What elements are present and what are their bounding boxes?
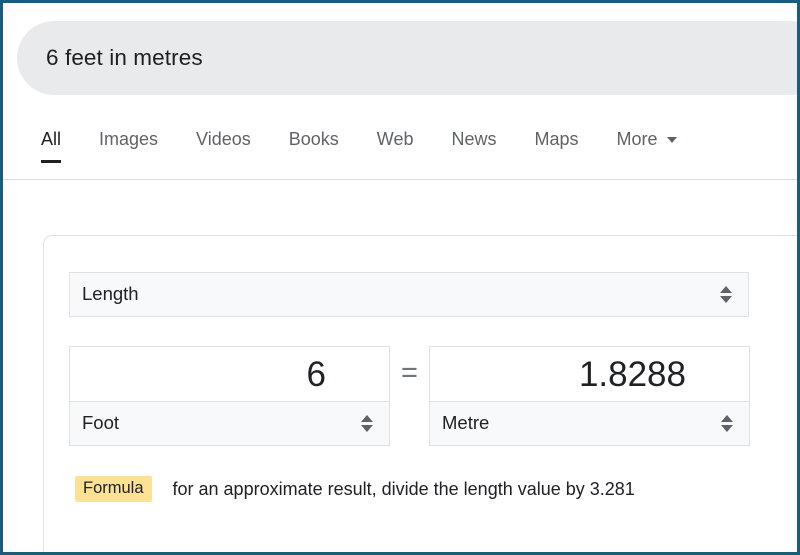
category-select-spinner-icon[interactable]	[720, 286, 748, 303]
target-unit-block: 1.8288 Metre	[429, 346, 750, 446]
target-value: 1.8288	[578, 354, 686, 394]
target-value-field[interactable]: 1.8288	[429, 346, 750, 401]
caret-down-icon	[361, 425, 373, 432]
caret-down-icon	[720, 296, 732, 303]
formula-row: Formula for an approximate result, divid…	[69, 476, 797, 502]
source-unit-value: Foot	[82, 412, 120, 434]
tab-images-label: Images	[99, 129, 159, 149]
equals-sign: =	[390, 346, 429, 401]
tab-videos-label: Videos	[196, 129, 251, 149]
tab-all[interactable]: All	[41, 109, 62, 163]
search-box[interactable]: 6 feet in metres	[17, 21, 797, 95]
target-unit-value: Metre	[442, 412, 490, 434]
tab-web[interactable]: Web	[377, 109, 414, 148]
search-pill[interactable]: 6 feet in metres	[17, 21, 797, 95]
unit-converter-body: Length 6 Foot = 1.8288 Metre Formula for…	[44, 236, 797, 502]
formula-badge: Formula	[75, 476, 152, 502]
tab-news-label: News	[451, 129, 497, 149]
target-unit-spinner-icon[interactable]	[721, 415, 749, 432]
caret-up-icon	[721, 415, 733, 422]
chevron-down-icon	[666, 137, 677, 143]
category-select[interactable]: Length	[69, 272, 749, 317]
target-unit-select[interactable]: Metre	[429, 401, 750, 446]
caret-up-icon	[361, 415, 373, 422]
search-input[interactable]: 6 feet in metres	[46, 46, 203, 70]
source-unit-spinner-icon[interactable]	[361, 415, 389, 432]
tab-maps[interactable]: Maps	[535, 109, 579, 148]
tab-books[interactable]: Books	[289, 109, 339, 148]
tab-videos[interactable]: Videos	[196, 109, 251, 148]
tab-more-label: More	[616, 129, 658, 149]
source-unit-block: 6 Foot	[69, 346, 390, 446]
tab-news[interactable]: News	[451, 109, 496, 148]
tab-web-label: Web	[376, 129, 414, 149]
conversion-row: 6 Foot = 1.8288 Metre	[69, 346, 797, 446]
source-value: 6	[306, 354, 326, 394]
category-select-value: Length	[82, 283, 139, 305]
tab-maps-label: Maps	[534, 129, 579, 149]
tab-books-label: Books	[288, 129, 339, 149]
caret-up-icon	[720, 286, 732, 293]
source-unit-select[interactable]: Foot	[69, 401, 390, 446]
caret-down-icon	[721, 425, 733, 432]
search-tabs-bar: All Images Videos Books Web News Maps Mo…	[3, 109, 797, 180]
tab-more[interactable]: More	[617, 109, 677, 148]
unit-converter-card: Length 6 Foot = 1.8288 Metre Formula for…	[43, 235, 797, 552]
equals-symbol: =	[401, 357, 418, 389]
formula-description: for an approximate result, divide the le…	[172, 478, 635, 499]
source-value-field[interactable]: 6	[69, 346, 390, 401]
tab-all-label: All	[41, 129, 62, 149]
browser-viewport: 6 feet in metres All Images Videos Books…	[0, 0, 800, 555]
tab-images[interactable]: Images	[99, 109, 158, 148]
